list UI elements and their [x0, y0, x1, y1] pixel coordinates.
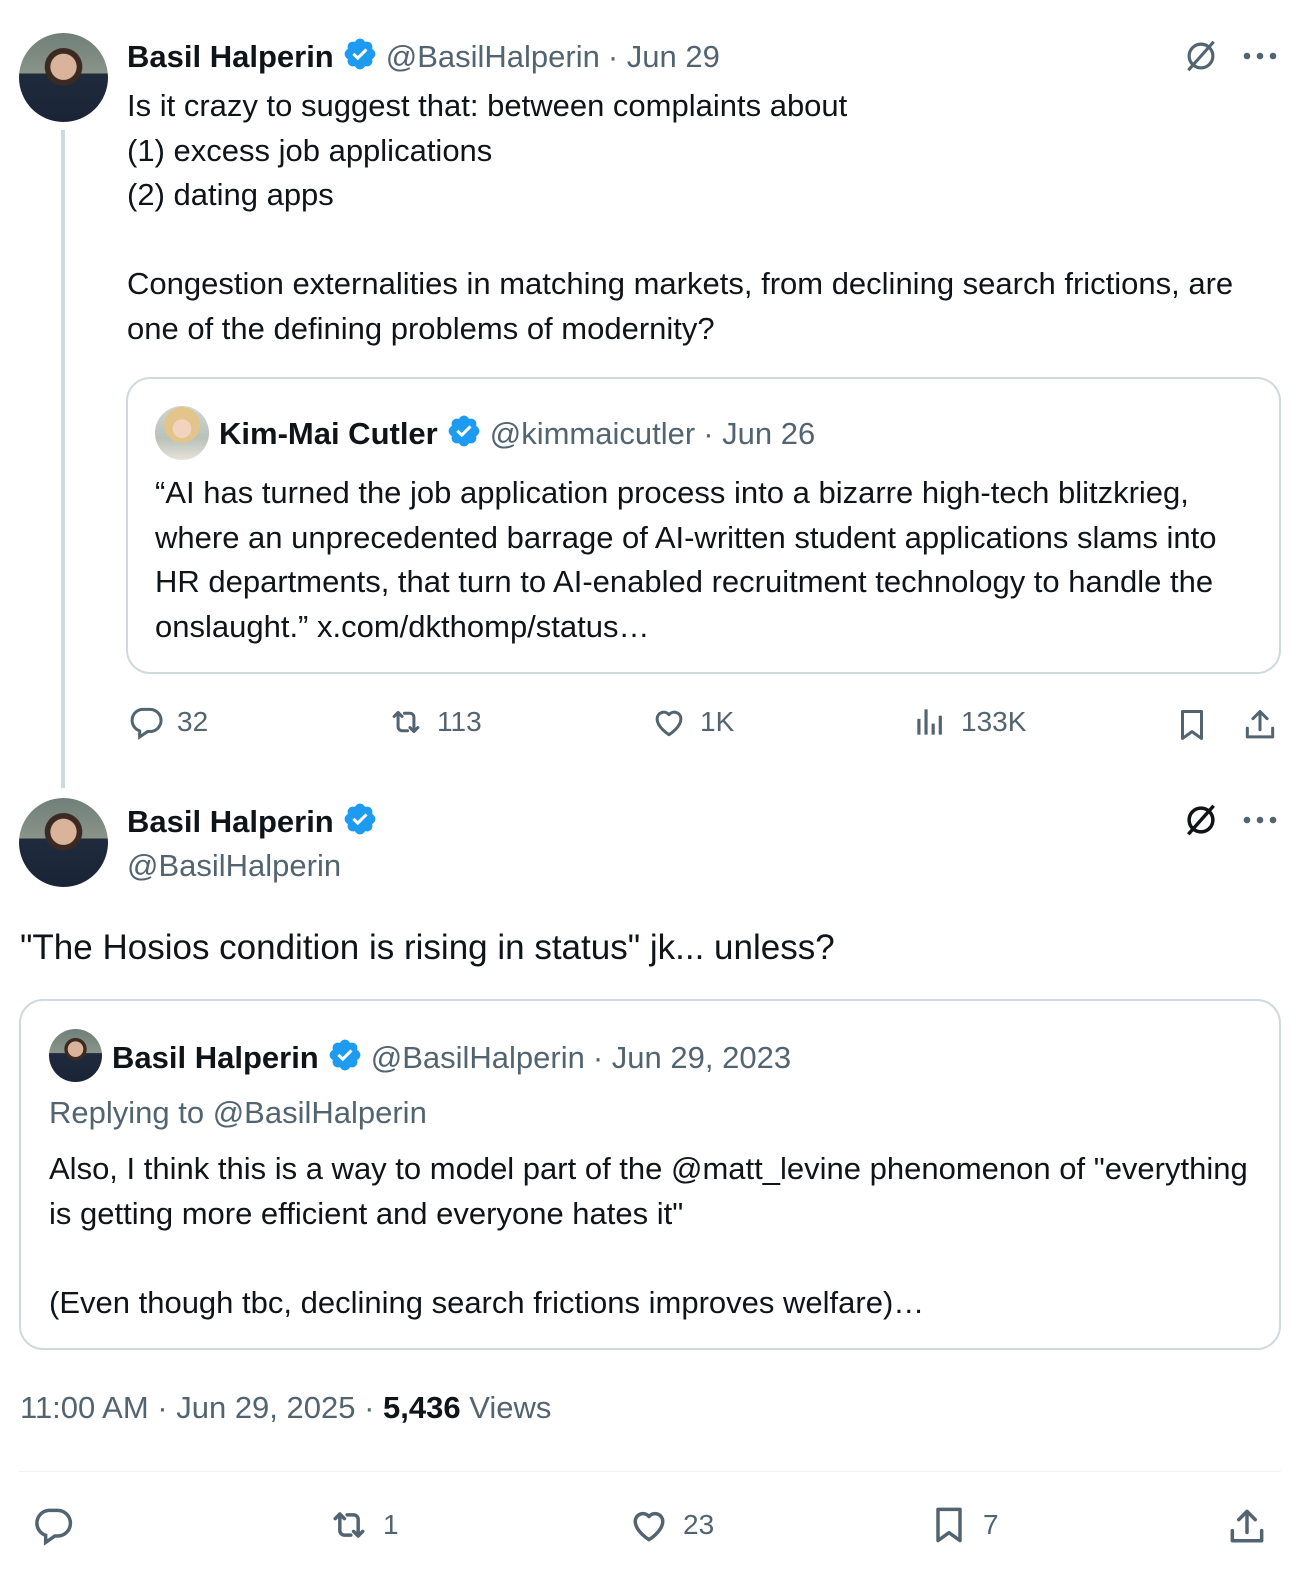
repost-button[interactable]: 1: [327, 1503, 399, 1547]
quoted-tweet[interactable]: Basil Halperin @BasilHalperin · Jun 29, …: [19, 999, 1281, 1350]
quote-date: · Jun 26: [703, 415, 816, 451]
tweet-header: Basil Halperin: [127, 801, 378, 842]
bookmark-button[interactable]: 7: [927, 1503, 999, 1547]
repost-count: 1: [383, 1509, 399, 1540]
bookmark-count: 7: [983, 1509, 999, 1540]
quote-text: Also, I think this is a way to model par…: [49, 1151, 1248, 1320]
quoted-tweet[interactable]: Kim-Mai Cutler @kimmaicutler · Jun 26 “A…: [126, 377, 1281, 674]
verified-badge-icon: [446, 413, 482, 454]
repost-button[interactable]: 113: [387, 703, 482, 741]
like-button[interactable]: 23: [627, 1503, 714, 1547]
tweet-header: Basil Halperin @BasilHalperin · Jun 29: [127, 36, 720, 77]
quote-author-handle: @kimmaicutler: [489, 415, 696, 451]
more-icon[interactable]: [1240, 800, 1280, 840]
tweet-meta: 11:00 AM · Jun 29, 2025 · 5,436 Views: [20, 1390, 551, 1426]
quote-date: · Jun 29, 2023: [592, 1039, 792, 1075]
avatar: [49, 1029, 102, 1082]
avatar[interactable]: [19, 33, 108, 122]
reply-icon: [35, 1508, 73, 1546]
like-count: 1K: [700, 706, 735, 737]
tweet-text: Is it crazy to suggest that: between com…: [127, 88, 1234, 346]
avatar[interactable]: [19, 798, 108, 887]
author-handle[interactable]: @BasilHalperin: [386, 39, 600, 75]
share-icon: [1245, 710, 1275, 739]
share-icon: [1230, 1509, 1264, 1543]
share-button[interactable]: [1225, 1503, 1269, 1551]
views-icon: [917, 709, 942, 735]
quote-author-handle: @BasilHalperin: [370, 1039, 585, 1075]
like-button[interactable]: 1K: [650, 703, 734, 741]
author-name[interactable]: Basil Halperin: [127, 39, 334, 75]
views-label: Views: [460, 1390, 552, 1425]
share-button[interactable]: [1240, 703, 1280, 747]
views-button[interactable]: 133K: [911, 703, 1026, 741]
quote-header: Kim-Mai Cutler @kimmaicutler · Jun 26: [219, 413, 815, 454]
tweet-text: "The Hosios condition is rising in statu…: [20, 928, 835, 967]
quote-author-name: Kim-Mai Cutler: [219, 415, 438, 451]
author-handle[interactable]: @BasilHalperin: [127, 848, 341, 884]
verified-badge-icon: [342, 36, 378, 77]
avatar: [155, 406, 209, 460]
verified-badge-icon: [327, 1037, 363, 1078]
like-count: 23: [683, 1509, 715, 1540]
author-name[interactable]: Basil Halperin: [127, 804, 334, 840]
bookmark-icon: [1180, 710, 1204, 740]
reply-button[interactable]: 32: [127, 703, 208, 741]
repost-icon: [392, 710, 420, 734]
bookmark-button[interactable]: [1172, 703, 1212, 747]
reply-count: 32: [177, 706, 209, 737]
verified-badge-icon: [342, 801, 378, 842]
thread-line: [61, 130, 65, 788]
grok-icon[interactable]: [1181, 800, 1221, 840]
quote-header: Basil Halperin @BasilHalperin · Jun 29, …: [112, 1037, 791, 1078]
tweet-date[interactable]: · Jun 29: [608, 39, 720, 75]
reply-button[interactable]: [31, 1503, 87, 1547]
repost-icon: [333, 1512, 365, 1538]
reply-icon: [130, 707, 163, 740]
like-icon: [655, 710, 683, 737]
views-count: 133K: [961, 706, 1027, 737]
replying-to: Replying to @BasilHalperin: [49, 1095, 427, 1130]
quote-author-name: Basil Halperin: [112, 1039, 319, 1075]
timestamp[interactable]: 11:00 AM · Jun 29, 2025 ·: [20, 1390, 383, 1425]
grok-icon[interactable]: [1181, 36, 1221, 76]
divider: [19, 1471, 1281, 1472]
views-count: 5,436: [383, 1390, 461, 1425]
repost-count: 113: [437, 706, 482, 737]
more-icon[interactable]: [1240, 36, 1280, 76]
bookmark-icon: [936, 1507, 962, 1543]
like-icon: [633, 1511, 665, 1542]
quote-text: “AI has turned the job application proce…: [155, 475, 1226, 644]
